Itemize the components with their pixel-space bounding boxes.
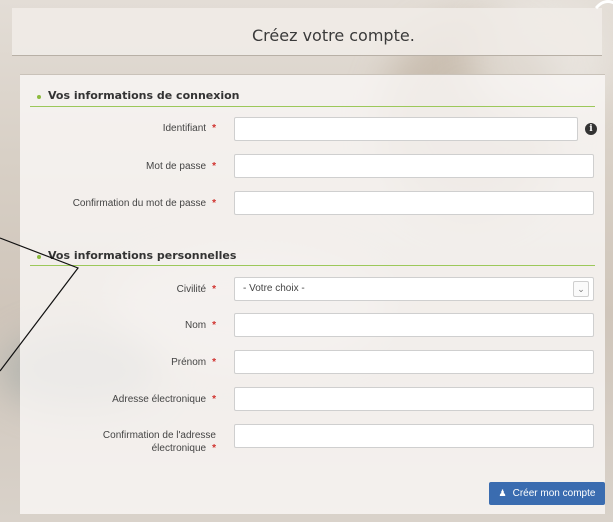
annotation-pointer [0, 237, 79, 372]
